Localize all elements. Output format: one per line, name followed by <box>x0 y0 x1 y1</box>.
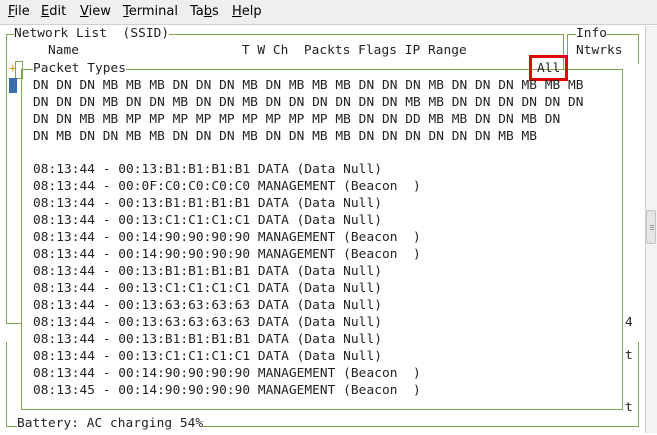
menu-edit-label: dit <box>49 4 67 19</box>
packet-log-line: 08:13:44 - 00:13:C1:C1:C1:C1 DATA (Data … <box>33 281 382 296</box>
terminal-screen[interactable]: Network List (SSID) Name T W Ch Packts F… <box>1 26 645 433</box>
menu-file-label: ile <box>14 4 30 19</box>
menu-terminal[interactable]: Terminal <box>123 4 178 19</box>
packet-log-line: 08:13:44 - 00:13:B1:B1:B1:B1 DATA (Data … <box>33 264 382 279</box>
network-list-columns: Name T W Ch Packts Flags IP Range <box>48 43 467 58</box>
packet-log-line: 08:13:44 - 00:13:B1:B1:B1:B1 DATA (Data … <box>33 332 382 347</box>
packet-log-line: 08:13:45 - 00:14:90:90:90:90 MANAGEMENT … <box>33 383 421 398</box>
info-networks-count: 4 <box>625 315 633 330</box>
menu-view[interactable]: View <box>80 4 111 19</box>
terminal-cursor <box>9 78 17 93</box>
packet-plus-marker: + <box>9 61 17 76</box>
menu-edit[interactable]: Edit <box>41 4 66 19</box>
packet-log-line: 08:13:44 - 00:0F:C0:C0:C0:C0 MANAGEMENT … <box>33 179 421 194</box>
packet-log-line: 08:13:44 - 00:13:63:63:63:63 DATA (Data … <box>33 298 382 313</box>
menu-tabs-label-b: s <box>212 4 219 19</box>
menu-bar: File Edit View Terminal Tabs Help <box>0 0 657 25</box>
scrollbar-thumb[interactable] <box>646 210 656 244</box>
menu-help[interactable]: Help <box>232 4 262 19</box>
packet-log-line: 08:13:44 - 00:13:B1:B1:B1:B1 DATA (Data … <box>33 162 382 177</box>
battery-status: Battery: AC charging 54% <box>17 416 204 432</box>
packet-log-line: 08:13:44 - 00:13:63:63:63:63 DATA (Data … <box>33 315 382 330</box>
menu-view-label: iew <box>88 4 111 19</box>
menu-tabs[interactable]: Tabs <box>190 4 219 19</box>
packet-log-line: 08:13:44 - 00:13:C1:C1:C1:C1 DATA (Data … <box>33 349 382 364</box>
menu-tabs-label-a: Ta <box>190 4 204 19</box>
packet-log-line: 08:13:44 - 00:14:90:90:90:90 MANAGEMENT … <box>33 230 421 245</box>
packet-type-row: DN MB DN DN MB MB DN DN DN MB DN DN MB M… <box>33 129 538 144</box>
packet-type-row: DN DN DN MB DN DN MB DN DN MB DN DN DN D… <box>33 95 584 110</box>
packet-type-row: DN DN DN MB MB MB DN DN DN MB DN MB MB M… <box>33 78 584 93</box>
packet-log-line: 08:13:44 - 00:13:B1:B1:B1:B1 DATA (Data … <box>33 196 382 211</box>
menu-terminal-label: erminal <box>128 4 178 19</box>
network-list-title: Network List (SSID) <box>14 26 170 42</box>
packet-log-line: 08:13:44 - 00:13:C1:C1:C1:C1 DATA (Data … <box>33 213 382 228</box>
menu-help-label: elp <box>241 4 262 19</box>
packet-log-line: 08:13:44 - 00:14:90:90:90:90 MANAGEMENT … <box>33 366 421 381</box>
packet-type-row: DN DN MB MB MP MP MP MP MP MP MP MP MP M… <box>33 112 561 127</box>
packet-log-line: 08:13:44 - 00:14:90:90:90:90 MANAGEMENT … <box>33 247 421 262</box>
packet-types-title: Packet Types <box>33 61 127 77</box>
info-panel-title: Info <box>576 26 608 42</box>
info-networks-label: Ntwrks <box>576 43 623 58</box>
menu-file[interactable]: File <box>8 4 30 19</box>
